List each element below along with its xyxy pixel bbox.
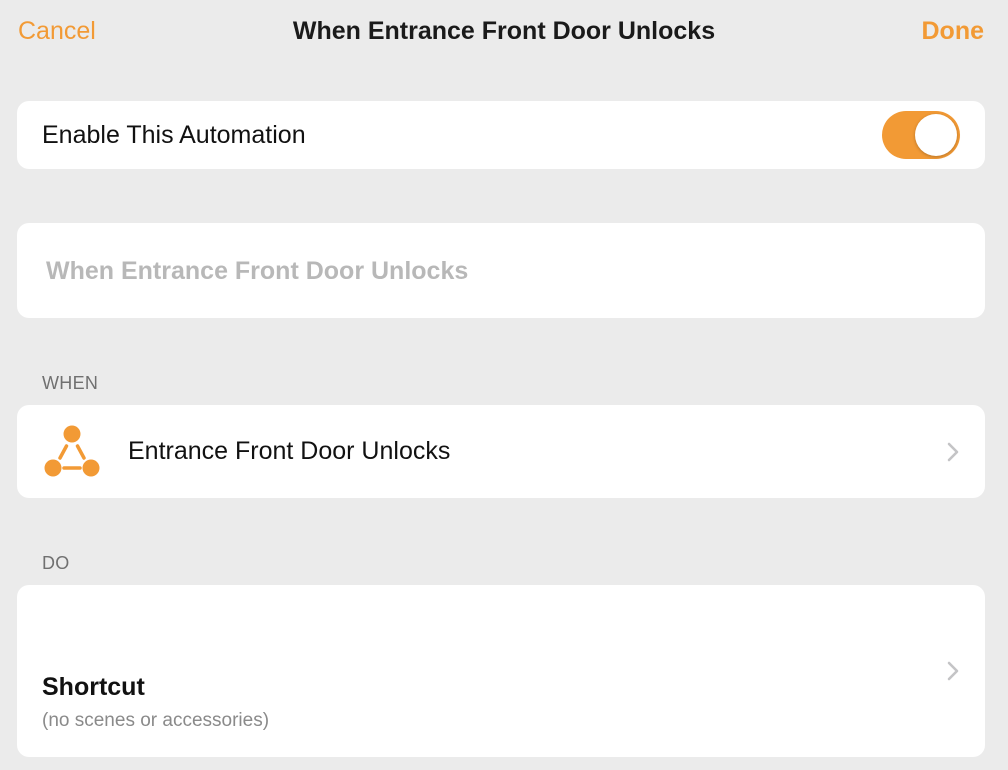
- accessory-trigger-icon: [44, 425, 100, 477]
- do-action-row[interactable]: Shortcut (no scenes or accessories): [17, 585, 985, 757]
- automation-name-row: [17, 223, 985, 318]
- action-subtitle: (no scenes or accessories): [42, 710, 270, 731]
- enable-automation-row: Enable This Automation: [17, 101, 985, 169]
- trigger-label: Entrance Front Door Unlocks: [128, 437, 451, 465]
- action-title: Shortcut: [42, 673, 145, 701]
- done-button[interactable]: Done: [922, 14, 985, 48]
- enable-automation-toggle[interactable]: [882, 111, 960, 159]
- enable-automation-label: Enable This Automation: [42, 121, 306, 149]
- chevron-right-icon: [947, 661, 959, 681]
- automation-name-input[interactable]: [46, 254, 946, 288]
- chevron-right-icon: [947, 442, 959, 462]
- page-title: When Entrance Front Door Unlocks: [292, 17, 716, 45]
- when-section-header: WHEN: [42, 373, 99, 393]
- do-section-header: DO: [42, 553, 70, 573]
- toggle-knob: [915, 114, 957, 156]
- navigation-bar: Cancel When Entrance Front Door Unlocks …: [0, 0, 1008, 64]
- when-trigger-row[interactable]: Entrance Front Door Unlocks: [17, 405, 985, 498]
